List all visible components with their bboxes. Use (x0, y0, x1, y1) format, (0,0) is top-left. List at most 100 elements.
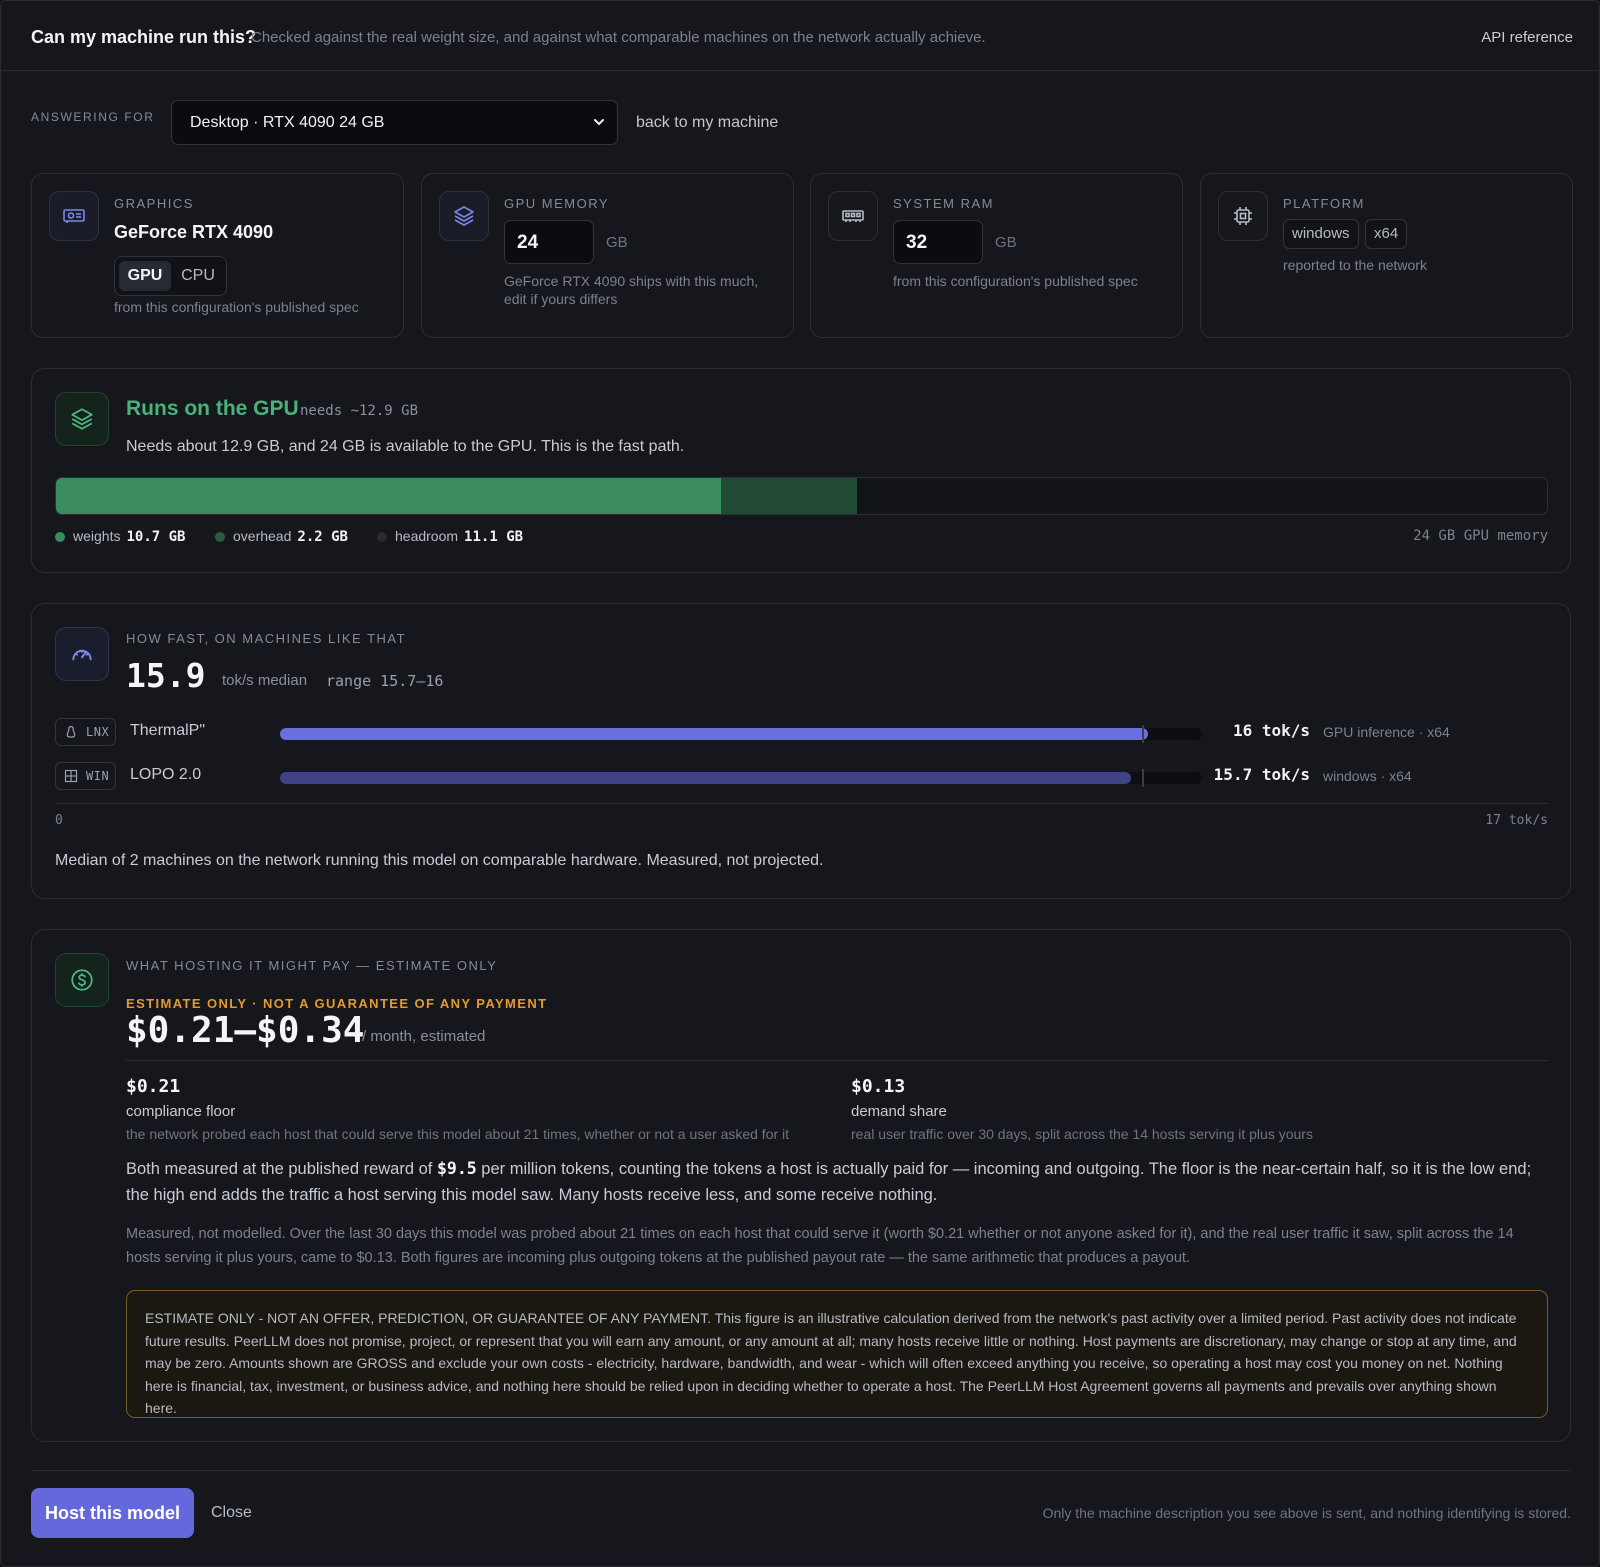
gpu-name: GeForce RTX 4090 (114, 222, 274, 242)
machine-meta: windows · x64 (1323, 768, 1412, 784)
machine-row: WIN LOPO 2.0 15.7 tok/s windows · x64 (55, 762, 1548, 792)
speed-axis (55, 803, 1548, 804)
privacy-note: Only the machine description you see abo… (1042, 1505, 1571, 1521)
dollar-icon (55, 953, 109, 1007)
can-run-dialog: Can my machine run this? Checked against… (0, 0, 1600, 1567)
gpu-memory-input[interactable]: 24 (504, 220, 594, 264)
divider (126, 1060, 1548, 1061)
speed-panel: HOW FAST, ON MACHINES LIKE THAT 15.9 tok… (31, 603, 1571, 899)
footer-divider (31, 1470, 1571, 1471)
speed-range: range 15.7–16 (326, 672, 444, 690)
layers-icon (439, 191, 489, 241)
component-label: demand share (851, 1103, 947, 1120)
fit-description: Needs about 12.9 GB, and 24 GB is availa… (126, 438, 685, 455)
capacity-label: 24 GB GPU memory (1413, 528, 1548, 544)
dialog-header: Can my machine run this? Checked against… (1, 1, 1600, 71)
overhead-value: 2.2 GB (297, 529, 348, 545)
component-note: real user traffic over 30 days, split ac… (851, 1126, 1313, 1142)
median-marker (1142, 725, 1145, 743)
gpu-memory-note: GeForce RTX 4090 ships with this much, e… (504, 273, 759, 307)
machine-row: LNX ThermalP" 16 tok/s GPU inference · x… (55, 718, 1548, 748)
os-badge: WIN (55, 762, 116, 790)
earnings-range: $0.21–$0.34 (126, 1010, 365, 1051)
device-toggle: GPU CPU (114, 256, 227, 296)
chip-icon (1218, 191, 1268, 241)
dialog-subtitle: Checked against the real weight size, an… (251, 29, 986, 46)
speed-track (280, 725, 1202, 743)
speed-label: HOW FAST, ON MACHINES LIKE THAT (126, 631, 407, 646)
system-ram-note: from this configuration's published spec (893, 273, 1138, 289)
gpu-option[interactable]: GPU (119, 261, 171, 291)
gpu-memory-unit: GB (606, 234, 628, 251)
machine-speed: 16 tok/s (1232, 721, 1310, 740)
headroom-segment (857, 478, 1547, 514)
median-speed: 15.9 (126, 656, 206, 695)
speed-track (280, 769, 1202, 787)
overhead-segment (720, 478, 858, 514)
close-button[interactable]: Close (211, 1504, 252, 1522)
component-note: the network probed each host that could … (126, 1126, 790, 1142)
answering-for-label: ANSWERING FOR (31, 110, 155, 124)
legend-overhead: overhead 2.2 GB (215, 528, 348, 545)
machine-name: LOPO 2.0 (130, 766, 202, 783)
overhead-dot (215, 532, 225, 542)
machine-select[interactable]: Desktop · RTX 4090 24 GB (171, 100, 618, 145)
cpu-option[interactable]: CPU (173, 261, 223, 291)
earnings-methodology: Measured, not modelled. Over the last 30… (126, 1226, 1514, 1266)
weights-label: weights (73, 528, 121, 544)
system-ram-label: SYSTEM RAM (893, 196, 994, 211)
median-unit: tok/s median (222, 672, 308, 689)
speed-footer: Median of 2 machines on the network runn… (55, 852, 824, 869)
component-value: $0.21 (126, 1076, 181, 1097)
arch-chip: x64 (1365, 219, 1408, 249)
headroom-label: headroom (395, 528, 459, 544)
speed-bar (280, 728, 1148, 740)
fit-panel: Runs on the GPU needs ~12.9 GB Needs abo… (31, 368, 1571, 573)
linux-icon (66, 725, 76, 738)
back-to-my-machine-link[interactable]: back to my machine (636, 114, 778, 132)
compliance-floor: $0.21 compliance floor the network probe… (126, 1076, 789, 1142)
earnings-panel: WHAT HOSTING IT MIGHT PAY — ESTIMATE ONL… (31, 929, 1571, 1442)
reward-rate: $9.5 (436, 1159, 477, 1178)
machine-speed: 15.7 tok/s (1213, 765, 1310, 784)
gpu-memory-card: GPU MEMORY 24 GB GeForce RTX 4090 ships … (421, 173, 794, 338)
component-value: $0.13 (851, 1076, 906, 1097)
chevron-down-icon (594, 119, 604, 126)
ram-icon (828, 191, 878, 241)
platform-note: reported to the network (1283, 257, 1427, 273)
explanation-pre: Both measured at the published reward of (126, 1160, 437, 1178)
host-model-button[interactable]: Host this model (31, 1488, 194, 1538)
graphics-label: GRAPHICS (114, 196, 194, 211)
legend-weights: weights 10.7 GB (55, 528, 185, 545)
platform-card: PLATFORM windows x64 reported to the net… (1200, 173, 1573, 338)
machine-name: ThermalP" (130, 722, 206, 739)
os-chip: windows (1283, 219, 1359, 249)
machine-meta: GPU inference · x64 (1323, 724, 1450, 740)
component-label: compliance floor (126, 1103, 236, 1120)
layers-icon (55, 392, 109, 446)
speedometer-icon (55, 627, 109, 681)
gpu-card-icon (49, 191, 99, 241)
system-ram-unit: GB (995, 234, 1017, 251)
weights-dot (55, 532, 65, 542)
graphics-note: from this configuration's published spec (114, 299, 359, 315)
os-badge-label: LNX (86, 725, 110, 739)
machine-select-value: Desktop · RTX 4090 24 GB (190, 114, 385, 131)
headroom-value: 11.1 GB (464, 529, 524, 545)
speed-bar (280, 772, 1132, 784)
system-ram-input[interactable]: 32 (893, 220, 983, 264)
axis-max-label: 17 tok/s (1485, 813, 1548, 828)
os-badge: LNX (55, 718, 116, 746)
gpu-memory-label: GPU MEMORY (504, 196, 610, 211)
earnings-explanation: Both measured at the published reward of… (126, 1156, 1551, 1208)
platform-label: PLATFORM (1283, 196, 1365, 211)
dialog-title: Can my machine run this? (31, 27, 257, 47)
fit-needs: needs ~12.9 GB (300, 403, 419, 419)
earnings-unit: / month, estimated (362, 1028, 486, 1045)
system-ram-card: SYSTEM RAM 32 GB from this configuration… (810, 173, 1183, 338)
disclaimer-box: ESTIMATE ONLY - NOT AN OFFER, PREDICTION… (126, 1290, 1548, 1418)
weights-value: 10.7 GB (126, 529, 186, 545)
api-reference-link[interactable]: API reference (1481, 29, 1573, 46)
weights-segment (56, 478, 721, 514)
median-marker (1142, 769, 1145, 787)
